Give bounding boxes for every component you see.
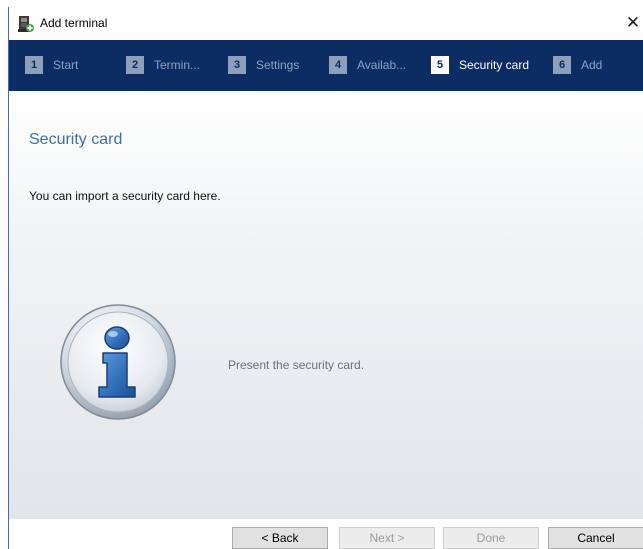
page-description: You can import a security card here. [29, 189, 221, 203]
step-number: 4 [329, 56, 347, 74]
step-security-card: 5 Security card [431, 55, 529, 75]
add-terminal-dialog: Add terminal ✕ 1 Start 2 Termin... 3 Set… [8, 7, 643, 549]
step-number: 5 [431, 56, 449, 74]
page-title: Security card [29, 131, 123, 148]
close-button[interactable]: ✕ [622, 11, 643, 35]
step-available: 4 Availab... [329, 55, 406, 75]
step-label: Security card [459, 58, 530, 72]
step-number: 3 [228, 56, 246, 74]
next-button[interactable]: Next > [339, 527, 435, 549]
step-add: 6 Add [553, 55, 602, 75]
step-label: Settings [256, 58, 300, 72]
wizard-footer: < Back Next > Done Cancel [9, 519, 643, 549]
step-label: Start [53, 58, 79, 72]
wizard-steps-bar: 1 Start 2 Termin... 3 Settings 4 Availab… [9, 40, 643, 91]
step-number: 1 [25, 56, 43, 74]
info-icon [60, 304, 176, 420]
done-button[interactable]: Done [443, 527, 539, 549]
title-bar: Add terminal ✕ [9, 7, 643, 40]
cancel-button[interactable]: Cancel [548, 527, 643, 549]
status-message: Present the security card. [228, 358, 365, 372]
wizard-content: Security card You can import a security … [9, 91, 643, 519]
step-number: 2 [126, 56, 144, 74]
window-title: Add terminal [40, 16, 108, 30]
step-terminal: 2 Termin... [126, 55, 200, 75]
step-settings: 3 Settings [228, 55, 299, 75]
step-label: Availab... [357, 58, 407, 72]
step-label: Add [581, 58, 603, 72]
terminal-app-icon [18, 16, 34, 32]
step-number: 6 [553, 56, 571, 74]
step-label: Termin... [154, 58, 201, 72]
step-start: 1 Start [25, 55, 78, 75]
back-button[interactable]: < Back [232, 527, 328, 549]
